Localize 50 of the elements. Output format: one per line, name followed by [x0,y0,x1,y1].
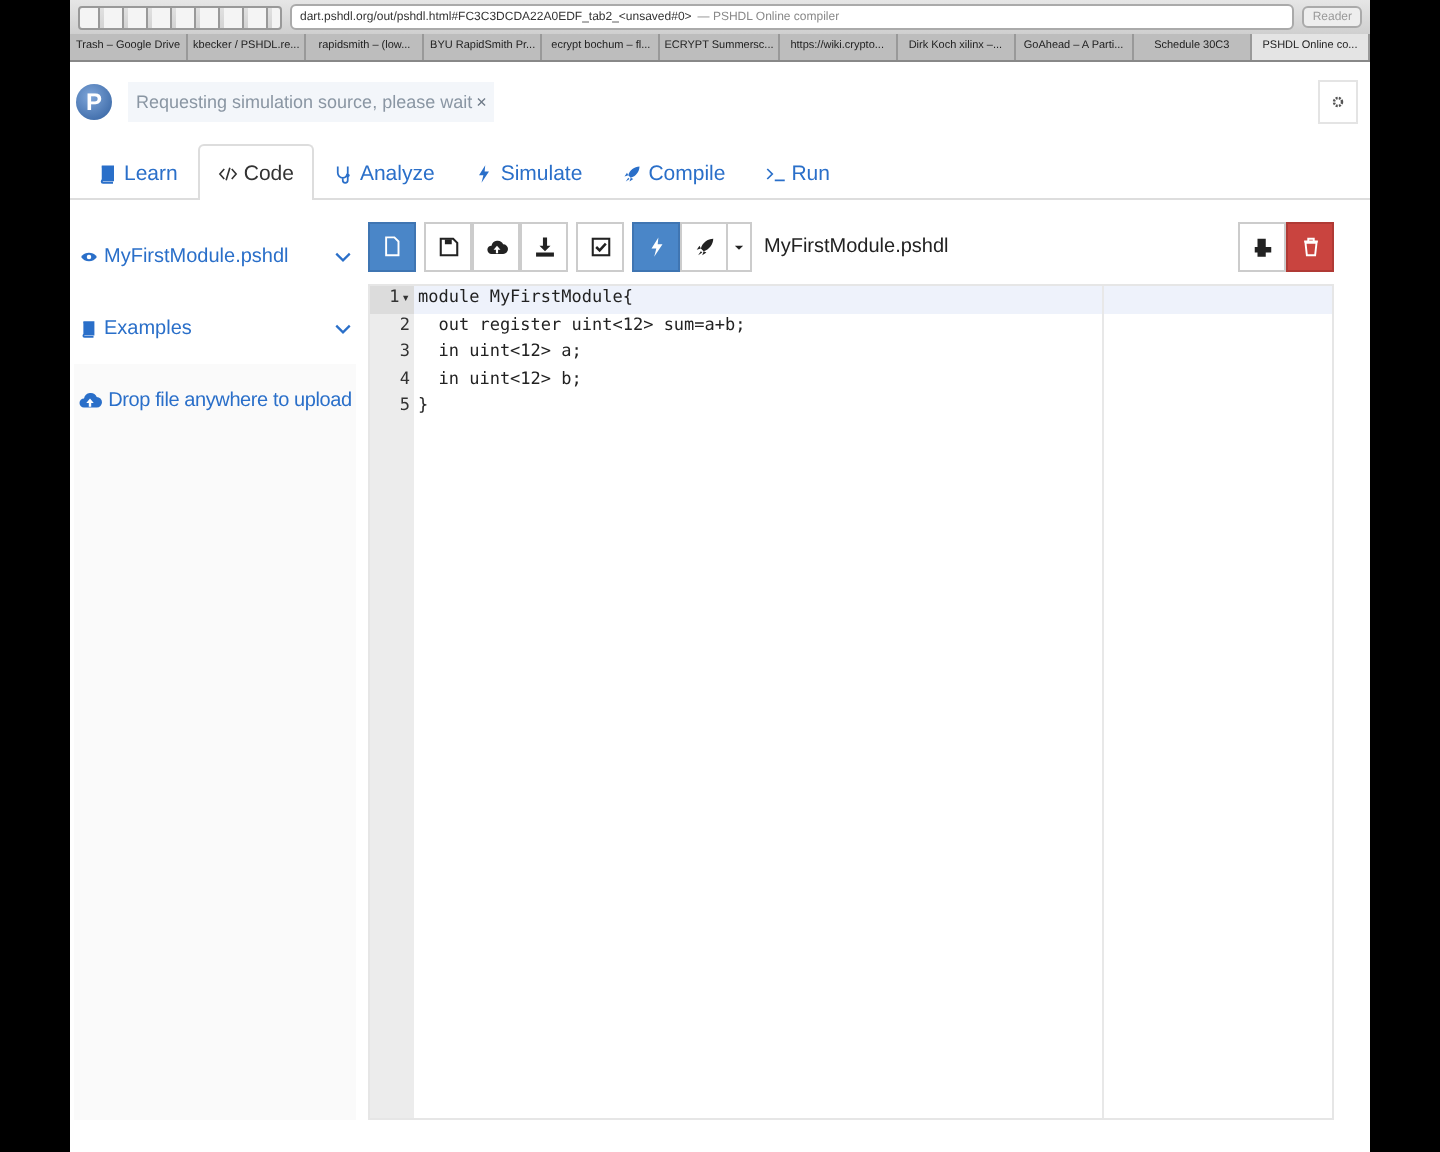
line-number: 3 [399,340,410,366]
delete-button[interactable] [1286,221,1334,271]
settings-button[interactable] [1318,80,1358,124]
close-button[interactable]: × [476,92,487,112]
line-number: 5 [399,394,410,420]
nav-tab[interactable]: Code [197,144,314,200]
upload-button[interactable] [472,221,520,271]
code-icon [217,163,238,183]
chevron-icon [334,319,352,337]
simulate-button[interactable] [632,221,680,271]
nav-tab[interactable]: Compile [602,144,746,200]
floppy-icon [437,235,459,257]
line-number: 2 [399,313,410,339]
file-dropdown[interactable]: MyFirstModule.pshdl [70,220,360,292]
rocket-icon [693,235,715,257]
compile-button[interactable] [680,221,728,271]
checkbox-icon [589,235,611,257]
stethoscope-icon [333,163,354,183]
code-line: out register uint<12> sum=a+b; [436,315,746,335]
validate-button[interactable] [576,221,624,271]
code-line: } [418,396,429,416]
download-button[interactable] [520,221,568,271]
new-file-button[interactable] [368,221,416,271]
nav-tab[interactable]: Run [745,144,850,200]
nav-tab[interactable]: Analyze [313,144,455,200]
nav-tab[interactable]: Simulate [454,144,603,200]
code-line: module MyFirstModule{ [418,288,633,308]
terminal-icon [765,163,786,183]
book-icon [80,319,98,337]
book-icon [98,163,118,183]
code-line: in uint<12> b; [436,369,582,389]
logo: P [76,84,112,120]
document-icon [381,235,403,257]
trash-icon [1299,235,1321,257]
eye-icon [80,247,98,265]
cloud-upload-icon [485,235,507,257]
rocket-icon [622,163,643,183]
settings-icon [1330,94,1346,110]
line-number: 1 [389,286,400,312]
download-icon [533,235,555,257]
nav-tab[interactable]: Learn [78,144,198,200]
line-number: 4 [399,367,410,393]
upload-hint: Drop file anywhere to upload [74,388,356,412]
examples-dropdown[interactable]: Examples [70,292,360,364]
save-button[interactable] [424,221,472,271]
code-line: in uint<12> a; [436,342,582,362]
notification-text: Requesting simulation source, please wait [136,92,473,112]
print-button[interactable] [1238,221,1286,271]
chevron-icon [334,247,352,265]
file-name: MyFirstModule.pshdl [764,235,949,257]
